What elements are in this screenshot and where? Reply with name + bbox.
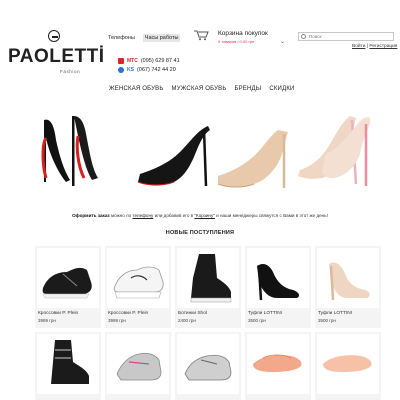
product-price: 3999 грн — [108, 318, 126, 323]
cart-summary: 0 товаров / 0.00 грн — [218, 39, 255, 44]
product-card[interactable]: Кроссовки P. Plein 3999 грн — [105, 246, 171, 328]
nude-pink-sole-pumps-image — [298, 116, 370, 186]
black-stiletto-image — [137, 126, 210, 187]
product-card[interactable]: Туфли LOTTINI 3500 грн — [245, 246, 311, 328]
search-box — [298, 32, 394, 41]
order-line-text: можно по — [109, 213, 133, 218]
product-name[interactable]: Ботинки Shol — [178, 311, 207, 316]
product-name[interactable]: Туфли LOTTINI — [248, 311, 282, 316]
cart-widget[interactable]: Корзина покупок 0 товаров / 0.00 грн — [194, 28, 278, 44]
phone-list: МТС (095) 629 87 41 KS (067) 742 44 20 — [118, 56, 180, 74]
nav-brands[interactable]: БРЕНДЫ — [234, 86, 261, 92]
phone-row-ks: KS (067) 742 44 20 — [118, 65, 180, 74]
product-image — [107, 248, 169, 308]
operator-name: KS — [127, 66, 134, 73]
product-name[interactable]: Кроссовки P. Plein — [38, 311, 78, 316]
product-card[interactable] — [245, 332, 311, 400]
new-arrivals-title: НОВЫЕ ПОСТУПЛЕНИЯ — [165, 230, 235, 236]
order-line-text: или добавив его в — [153, 213, 195, 218]
phone-number[interactable]: (095) 629 87 41 — [141, 58, 180, 64]
ks-operator-icon — [118, 66, 124, 73]
black-red-sole-pumps-image — [41, 116, 98, 186]
product-card[interactable]: Ботинки Shol 2400 грн — [175, 246, 241, 328]
search-icon[interactable] — [301, 34, 306, 39]
nav-sale[interactable]: СКИДКИ — [269, 86, 294, 92]
product-card[interactable] — [105, 332, 171, 400]
cart-link[interactable]: "Корзину" — [194, 213, 215, 218]
brand-logo[interactable]: PAOLETTİ Fashion — [8, 28, 105, 74]
product-card[interactable] — [175, 332, 241, 400]
nav-women-shoes[interactable]: ЖЕНСКАЯ ОБУВЬ — [109, 86, 164, 92]
phone-number[interactable]: (067) 742 44 20 — [137, 67, 176, 73]
phone-link[interactable]: телефону — [132, 213, 153, 218]
product-name[interactable]: Туфли LOTTINI — [318, 311, 352, 316]
product-image — [317, 248, 379, 308]
brand-name: PAOLETTİ — [8, 46, 105, 67]
product-price: 3500 грн — [248, 318, 266, 323]
product-image — [177, 334, 239, 394]
nav-men-shoes[interactable]: МУЖСКАЯ ОБУВЬ — [172, 86, 227, 92]
search-input[interactable] — [309, 33, 391, 40]
product-image — [37, 248, 99, 308]
main-nav: ЖЕНСКАЯ ОБУВЬ МУЖСКАЯ ОБУВЬ БРЕНДЫ СКИДК… — [109, 86, 295, 92]
order-line-text: и наши менеджеры свяжутся с Вами в этот … — [214, 213, 328, 218]
phone-row-mts: МТС (095) 629 87 41 — [118, 56, 180, 65]
order-line-bold: Оформить заказ — [72, 213, 110, 218]
product-card[interactable]: Кроссовки P. Plein 3999 грн — [35, 246, 101, 328]
product-price: 3999 грн — [38, 318, 56, 323]
product-image — [177, 248, 239, 308]
product-price: 2400 грн — [178, 318, 196, 323]
logo-mark-icon — [48, 30, 60, 42]
cart-title: Корзина покупок — [218, 30, 268, 37]
hero-banner[interactable] — [28, 106, 372, 190]
product-image — [247, 334, 309, 394]
product-name[interactable]: Кроссовки P. Plein — [108, 311, 148, 316]
register-link[interactable]: Регистрация — [369, 44, 397, 49]
product-image — [107, 334, 169, 394]
product-card[interactable] — [35, 332, 101, 400]
top-nav-hours[interactable]: Часы работы — [142, 34, 181, 42]
mts-operator-icon — [118, 57, 124, 64]
product-card[interactable]: Туфли LOTTINI 3500 грн — [315, 246, 381, 328]
order-info-line: Оформить заказ можно по телефону или доб… — [0, 213, 400, 218]
product-image — [37, 334, 99, 394]
cart-dropdown-icon[interactable]: ⌄ — [280, 38, 285, 45]
top-nav: Телефоны Часы работы — [106, 34, 181, 42]
nude-stiletto-image — [217, 130, 288, 188]
login-link[interactable]: Войти — [352, 44, 365, 49]
product-price: 3500 грн — [318, 318, 336, 323]
shopping-cart-icon — [194, 30, 209, 41]
operator-name: МТС — [127, 57, 138, 64]
brand-tagline: Fashion — [60, 69, 81, 74]
product-image — [247, 248, 309, 308]
product-card[interactable] — [315, 332, 381, 400]
top-nav-phones[interactable]: Телефоны — [106, 34, 137, 42]
auth-links: Войти | Регистрация — [352, 44, 397, 49]
product-image — [317, 334, 379, 394]
